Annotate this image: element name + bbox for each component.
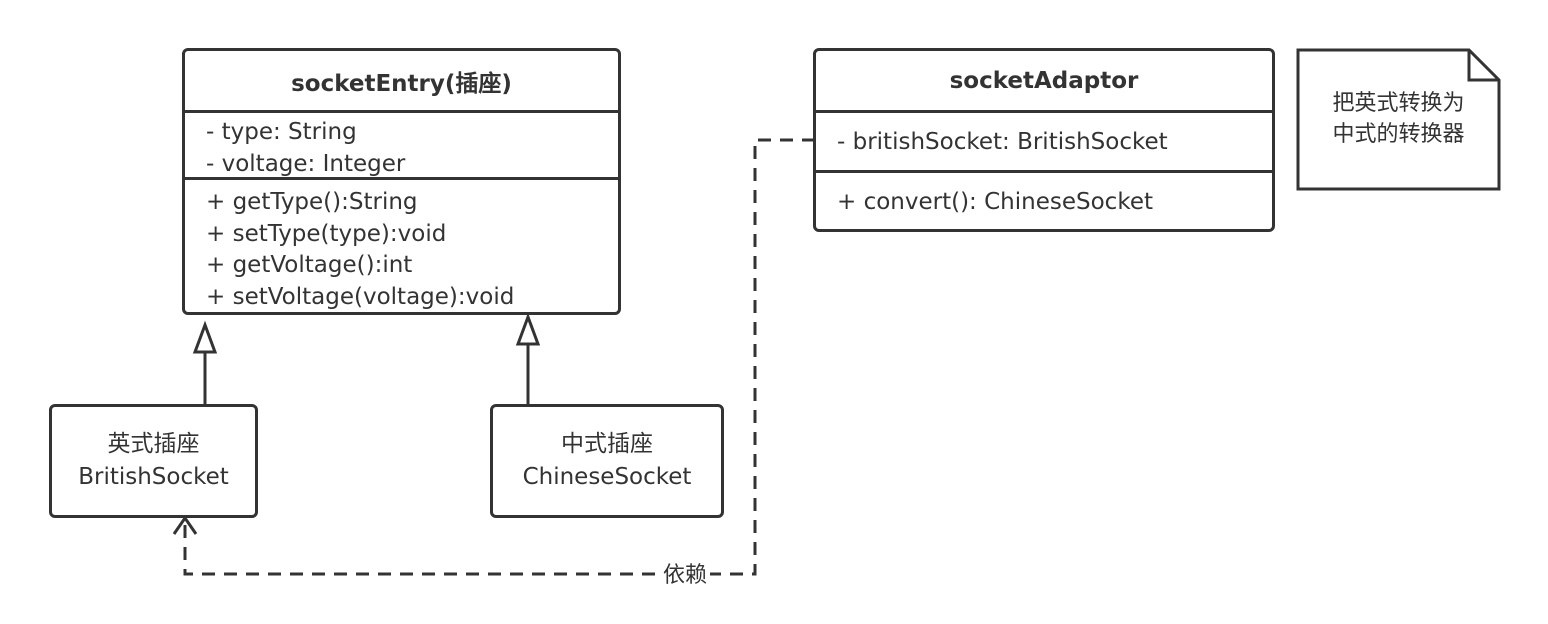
british-socket-name: BritishSocket bbox=[78, 464, 229, 490]
note-text: 把英式转换为 中式的转换器 bbox=[1298, 88, 1499, 150]
dependency-label: 依赖 bbox=[660, 560, 711, 592]
chinese-socket-class: 中式插座 ChineseSocket bbox=[490, 404, 724, 518]
chinese-socket-name: ChineseSocket bbox=[522, 464, 692, 490]
attribute-type: - type: String bbox=[206, 119, 357, 145]
socket-entry-attributes: - type: String - voltage: Integer bbox=[185, 113, 618, 180]
note-line-2: 中式的转换器 bbox=[1332, 122, 1465, 147]
method-set-type: + setType(type):void bbox=[206, 220, 447, 247]
attribute-british-socket: - britishSocket: BritishSocket bbox=[837, 129, 1168, 155]
socket-adaptor-attributes: - britishSocket: BritishSocket bbox=[816, 113, 1272, 173]
generalization-british-arrowhead bbox=[192, 320, 218, 354]
method-get-type: + getType():String bbox=[206, 189, 418, 215]
note-line-1: 把英式转换为 bbox=[1332, 91, 1465, 116]
generalization-chinese-arrowhead bbox=[515, 312, 541, 346]
british-socket-chinese-name: 英式插座 bbox=[107, 431, 200, 457]
socket-entry-title: socketEntry(插座) bbox=[185, 51, 618, 113]
method-set-voltage: + setVoltage(voltage):void bbox=[206, 283, 515, 310]
british-socket-class: 英式插座 BritishSocket bbox=[49, 404, 258, 518]
socket-adaptor-methods: + convert(): ChineseSocket bbox=[816, 173, 1272, 223]
attribute-voltage: - voltage: Integer bbox=[206, 150, 406, 177]
method-convert: + convert(): ChineseSocket bbox=[837, 189, 1153, 215]
socket-adaptor-title: socketAdaptor bbox=[816, 51, 1272, 113]
socket-adaptor-class: socketAdaptor - britishSocket: BritishSo… bbox=[813, 48, 1275, 232]
socket-entry-methods: + getType():String + setType(type):void … bbox=[185, 180, 618, 317]
socket-entry-class: socketEntry(插座) - type: String - voltage… bbox=[182, 48, 621, 315]
chinese-socket-chinese-name: 中式插座 bbox=[561, 431, 653, 457]
method-get-voltage: + getVoltage():int bbox=[206, 252, 413, 278]
